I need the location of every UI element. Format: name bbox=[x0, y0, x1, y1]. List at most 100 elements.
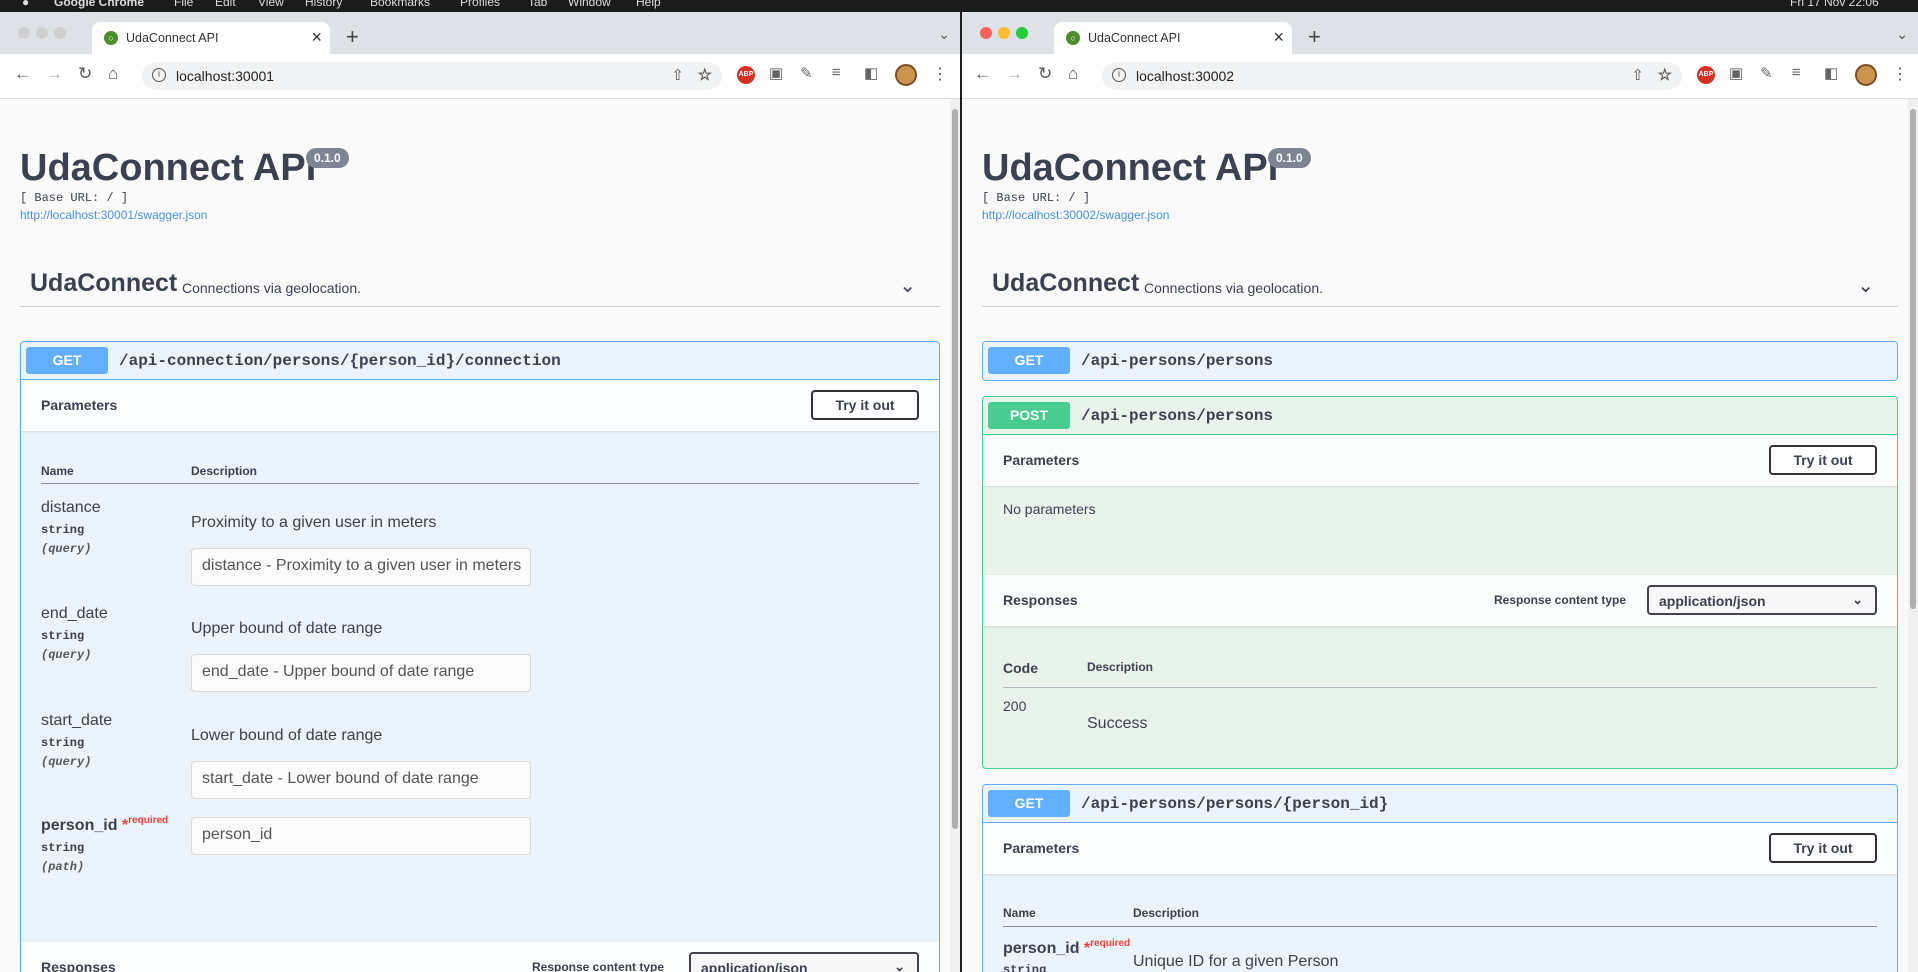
menu-app-name[interactable]: Google Chrome bbox=[54, 0, 144, 9]
menu-item-history[interactable]: History bbox=[305, 0, 342, 9]
param-location: (query) bbox=[41, 542, 92, 556]
close-window-icon[interactable] bbox=[18, 27, 30, 39]
adblock-extension-icon[interactable]: ABP bbox=[737, 66, 755, 84]
collapse-chevron-icon[interactable]: ⌄ bbox=[899, 273, 916, 298]
operation-summary[interactable]: GET /api-persons/persons/{person_id} bbox=[983, 785, 1897, 823]
response-content-type-select[interactable]: application/json ⌄ bbox=[689, 952, 919, 972]
site-info-icon[interactable]: i bbox=[1112, 68, 1126, 82]
side-panel-icon[interactable]: ◧ bbox=[1824, 64, 1838, 82]
zoom-window-icon[interactable] bbox=[1016, 27, 1028, 39]
try-it-out-button[interactable]: Try it out bbox=[1769, 445, 1877, 475]
http-method-badge: GET bbox=[988, 790, 1070, 817]
forward-icon[interactable]: → bbox=[1006, 64, 1023, 84]
try-it-out-button[interactable]: Try it out bbox=[811, 390, 919, 420]
camera-extension-icon[interactable]: ▣ bbox=[1729, 64, 1743, 82]
base-url: [ Base URL: / ] bbox=[20, 191, 129, 205]
window-controls bbox=[18, 26, 72, 44]
menu-item-view[interactable]: View bbox=[258, 0, 284, 9]
param-type: string bbox=[41, 841, 85, 855]
side-panel-icon[interactable]: ◧ bbox=[864, 64, 878, 82]
zoom-window-icon[interactable] bbox=[54, 27, 66, 39]
new-tab-icon[interactable]: + bbox=[1308, 24, 1321, 50]
site-info-icon[interactable]: i bbox=[152, 68, 166, 82]
minimize-window-icon[interactable] bbox=[998, 27, 1010, 39]
bookmark-star-icon[interactable]: ☆ bbox=[698, 65, 712, 85]
version-badge: 0.1.0 bbox=[306, 148, 349, 168]
menu-item-help[interactable]: Help bbox=[636, 0, 661, 9]
share-icon[interactable]: ⇧ bbox=[1631, 66, 1644, 84]
http-method-badge: POST bbox=[988, 402, 1070, 429]
operation-path: /api-persons/persons/{person_id} bbox=[1081, 795, 1389, 813]
camera-extension-icon[interactable]: ▣ bbox=[769, 64, 783, 82]
parameters-title: Parameters bbox=[1003, 840, 1080, 856]
scrollbar-thumb[interactable] bbox=[952, 109, 958, 829]
operation-path: /api-connection/persons/{person_id}/conn… bbox=[119, 352, 561, 370]
operation-summary[interactable]: GET /api-connection/persons/{person_id}/… bbox=[21, 342, 939, 380]
operation-summary[interactable]: GET /api-persons/persons bbox=[983, 342, 1897, 380]
profile-avatar[interactable] bbox=[1855, 64, 1877, 86]
back-icon[interactable]: ← bbox=[974, 64, 991, 84]
response-code: 200 bbox=[1003, 698, 1027, 714]
menu-item-tab[interactable]: Tab bbox=[528, 0, 547, 9]
profile-avatar[interactable] bbox=[895, 64, 917, 86]
menu-item-edit[interactable]: Edit bbox=[215, 0, 236, 9]
home-icon[interactable]: ⌂ bbox=[108, 64, 118, 84]
reload-icon[interactable]: ↻ bbox=[78, 64, 92, 84]
menu-item-bookmarks[interactable]: Bookmarks bbox=[370, 0, 430, 9]
distance-input[interactable]: distance - Proximity to a given user in … bbox=[191, 548, 531, 586]
operation-path: /api-persons/persons bbox=[1081, 352, 1274, 370]
param-description: Lower bound of date range bbox=[191, 727, 383, 744]
browser-menu-icon[interactable]: ⋮ bbox=[1892, 64, 1908, 84]
menu-item-file[interactable]: File bbox=[174, 0, 193, 9]
menu-item-window[interactable]: Window bbox=[568, 0, 611, 9]
reading-list-icon[interactable]: ≡ bbox=[1792, 64, 1801, 81]
browser-menu-icon[interactable]: ⋮ bbox=[932, 64, 948, 84]
operation-get-persons[interactable]: GET /api-persons/persons bbox=[982, 341, 1898, 381]
swagger-json-link[interactable]: http://localhost:30002/swagger.json bbox=[982, 208, 1169, 222]
base-url: [ Base URL: / ] bbox=[982, 191, 1091, 205]
browser-tab[interactable]: ○ UdaConnect API × bbox=[92, 22, 330, 54]
address-bar[interactable]: i localhost:30001 ⇧ ☆ bbox=[142, 62, 722, 90]
operation-summary[interactable]: POST /api-persons/persons bbox=[983, 397, 1897, 435]
reading-list-icon[interactable]: ≡ bbox=[832, 64, 841, 81]
operation-path: /api-persons/persons bbox=[1081, 407, 1274, 425]
param-name: distance bbox=[41, 499, 101, 516]
http-method-badge: GET bbox=[988, 347, 1070, 374]
page-scrollbar[interactable] bbox=[950, 99, 960, 972]
close-tab-icon[interactable]: × bbox=[1273, 27, 1284, 48]
scrollbar-thumb[interactable] bbox=[1910, 109, 1916, 609]
adblock-extension-icon[interactable]: ABP bbox=[1697, 66, 1715, 84]
close-window-icon[interactable] bbox=[980, 27, 992, 39]
responses-title: Responses bbox=[41, 959, 116, 972]
browser-tab[interactable]: ○ UdaConnect API × bbox=[1054, 22, 1292, 54]
share-icon[interactable]: ⇧ bbox=[671, 66, 684, 84]
tab-search-chevron-icon[interactable]: ⌄ bbox=[938, 26, 950, 43]
extensions-puzzle-icon[interactable]: ✎ bbox=[800, 64, 813, 82]
new-tab-icon[interactable]: + bbox=[346, 24, 359, 50]
menubar-clock[interactable]: Fri 17 Nov 22:06 bbox=[1790, 0, 1879, 9]
tag-section-header[interactable]: UdaConnect Connections via geolocation. … bbox=[20, 269, 940, 307]
swagger-json-link[interactable]: http://localhost:30001/swagger.json bbox=[20, 208, 207, 222]
extensions-puzzle-icon[interactable]: ✎ bbox=[1760, 64, 1773, 82]
page-scrollbar[interactable] bbox=[1908, 99, 1918, 972]
start-date-input[interactable]: start_date - Lower bound of date range bbox=[191, 761, 531, 799]
close-tab-icon[interactable]: × bbox=[311, 27, 322, 48]
apple-icon[interactable]: ● bbox=[22, 0, 29, 9]
home-icon[interactable]: ⌂ bbox=[1068, 64, 1078, 84]
collapse-chevron-icon[interactable]: ⌄ bbox=[1857, 273, 1874, 298]
back-icon[interactable]: ← bbox=[14, 64, 31, 84]
reload-icon[interactable]: ↻ bbox=[1038, 64, 1052, 84]
bookmark-star-icon[interactable]: ☆ bbox=[1658, 65, 1672, 85]
chevron-down-icon: ⌄ bbox=[894, 959, 905, 972]
person-id-input[interactable]: person_id bbox=[191, 817, 531, 855]
try-it-out-button[interactable]: Try it out bbox=[1769, 833, 1877, 863]
address-bar[interactable]: i localhost:30002 ⇧ ☆ bbox=[1102, 62, 1682, 90]
forward-icon[interactable]: → bbox=[46, 64, 63, 84]
tab-search-chevron-icon[interactable]: ⌄ bbox=[1896, 26, 1908, 43]
response-content-type-select[interactable]: application/json ⌄ bbox=[1647, 585, 1877, 615]
menu-item-profiles[interactable]: Profiles bbox=[460, 0, 500, 9]
end-date-input[interactable]: end_date - Upper bound of date range bbox=[191, 654, 531, 692]
column-header-description: Description bbox=[1133, 906, 1200, 920]
minimize-window-icon[interactable] bbox=[36, 27, 48, 39]
tag-section-header[interactable]: UdaConnect Connections via geolocation. … bbox=[982, 269, 1898, 307]
